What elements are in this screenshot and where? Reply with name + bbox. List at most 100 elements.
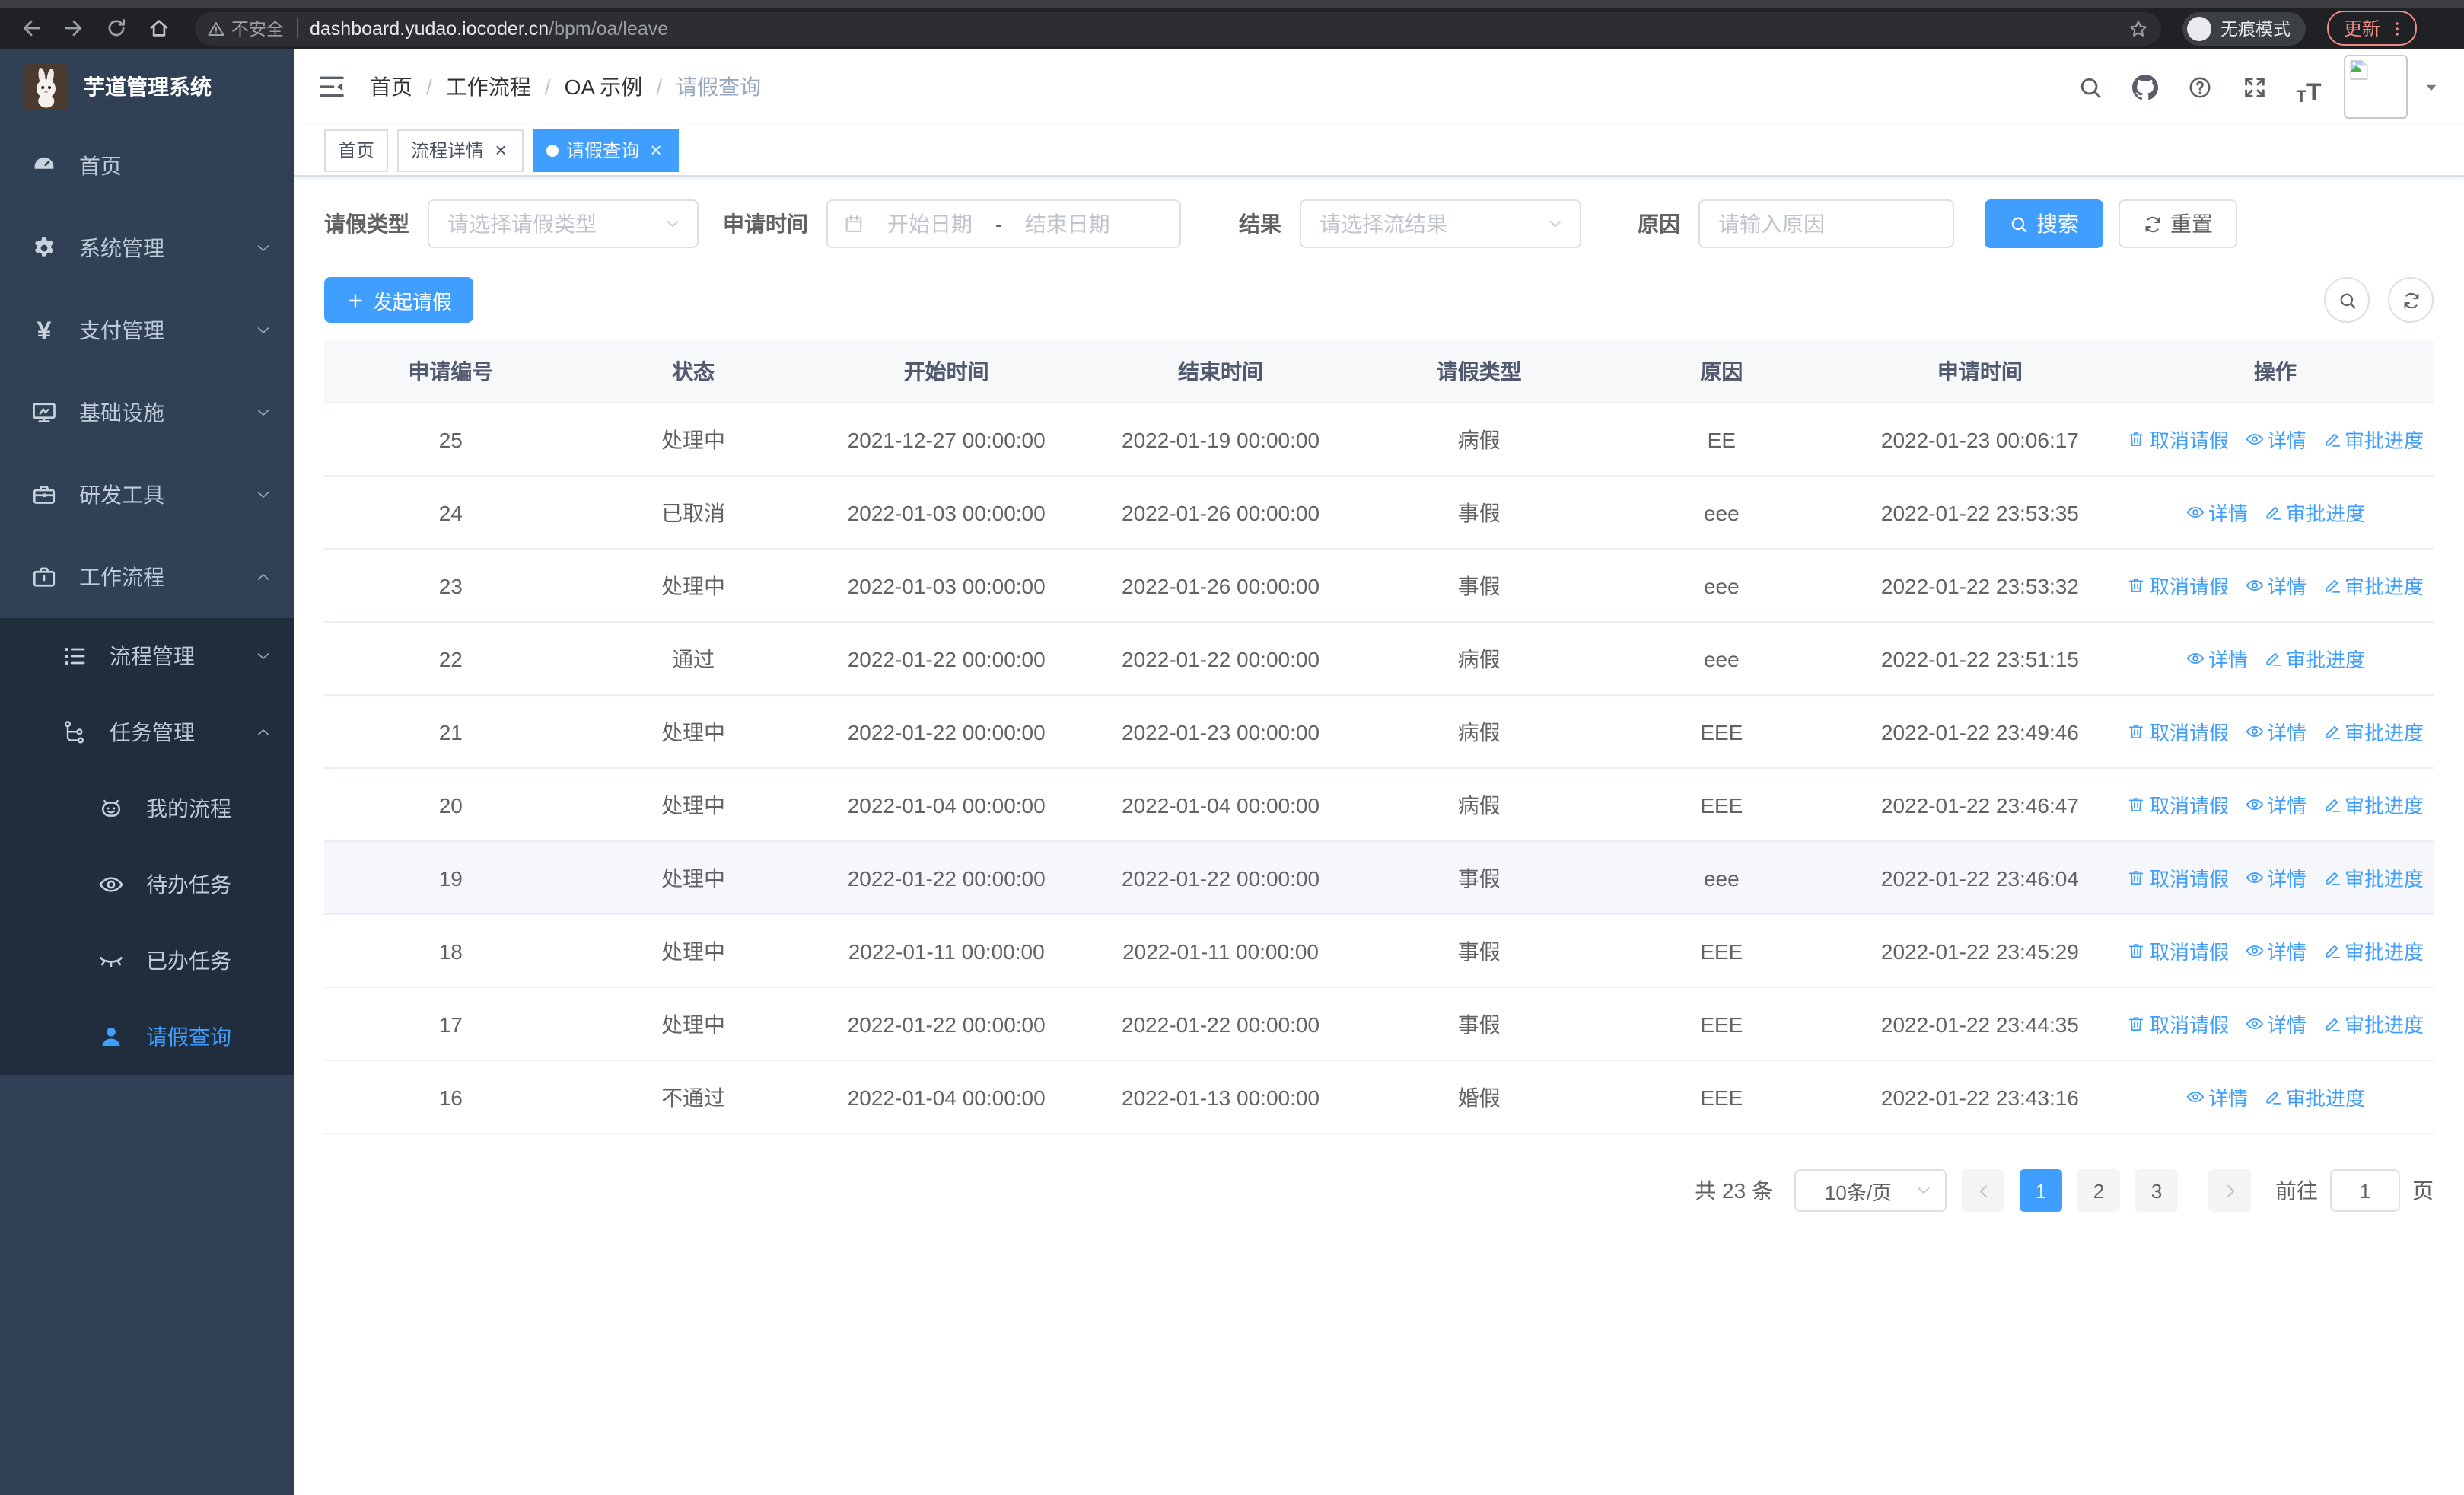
cancel-leave-link[interactable]: 取消请假 [2127,425,2229,454]
approval-progress-link[interactable]: 审批进度 [2322,717,2424,746]
view-tab[interactable]: 请假查询 × [533,129,679,171]
github-icon[interactable] [2125,67,2164,107]
apply-time-range-picker[interactable]: - [826,199,1181,248]
sidebar-item[interactable]: 流程管理 [0,618,294,694]
detail-link[interactable]: 详情 [2244,936,2306,965]
end-date-input[interactable] [1011,210,1124,237]
approval-progress-link[interactable]: 审批进度 [2263,498,2365,527]
start-date-input[interactable] [874,210,986,237]
reason-input-wrap[interactable] [1698,199,1954,248]
view-icon [2185,649,2205,668]
sidebar-item[interactable]: 任务管理 [0,694,294,770]
fullscreen-icon[interactable] [2234,67,2274,107]
bookmark-star-icon[interactable] [2128,18,2149,39]
refresh-table-button[interactable] [2388,277,2434,323]
cell-end-time: 2022-01-22 00:00:00 [1084,622,1358,695]
avatar[interactable] [2344,55,2408,119]
cancel-leave-link[interactable]: 取消请假 [2127,790,2229,819]
sidebar-item[interactable]: 请假查询 [0,999,294,1075]
view-tab[interactable]: 流程详情× [397,129,524,171]
column-header: 请假类型 [1358,341,1600,403]
plus-icon [345,290,365,310]
sidebar-item[interactable]: 工作流程 [0,536,294,618]
sidebar-item[interactable]: ¥支付管理 [0,289,294,371]
approval-progress-link[interactable]: 审批进度 [2322,863,2424,892]
show-search-button[interactable] [2324,277,2370,323]
detail-link[interactable]: 详情 [2185,1082,2248,1111]
result-select[interactable] [1300,199,1581,248]
search-button[interactable]: 搜索 [1985,199,2103,248]
breadcrumb-item[interactable]: 首页 [370,72,412,102]
goto-page-input[interactable] [2338,1178,2392,1203]
sidebar-item[interactable]: 基础设施 [0,371,294,454]
cancel-leave-link[interactable]: 取消请假 [2127,717,2229,746]
cancel-leave-link[interactable]: 取消请假 [2127,1009,2229,1038]
kebab-icon[interactable] [2388,19,2406,37]
next-page-button[interactable] [2208,1169,2251,1212]
page-number-button[interactable]: 2 [2077,1169,2120,1212]
screen: 不安全 dashboard.yudao.iocoder.cn/bpm/oa/le… [0,0,2464,1495]
approval-progress-link[interactable]: 审批进度 [2322,936,2424,965]
browser-update-button[interactable]: 更新 [2327,11,2417,46]
sidebar: 芋道管理系统 首页系统管理¥支付管理基础设施研发工具工作流程 流程管理任务管理我… [0,49,294,1495]
reason-input[interactable] [1715,210,1937,237]
cancel-leave-link[interactable]: 取消请假 [2127,863,2229,892]
page-size-select[interactable] [1794,1169,1947,1212]
cell-actions: 取消请假详情审批进度 [2117,768,2434,841]
tab-label: 请假查询 [566,137,639,163]
close-tab-icon[interactable]: × [492,140,510,160]
help-icon[interactable] [2179,67,2219,107]
leave-type-select[interactable] [428,199,699,248]
sidebar-item[interactable]: 研发工具 [0,454,294,536]
cancel-leave-link[interactable]: 取消请假 [2127,571,2229,600]
detail-link[interactable]: 详情 [2244,571,2306,600]
goto-page-input-wrap[interactable] [2330,1169,2400,1212]
page-number-button[interactable]: 3 [2135,1169,2178,1212]
detail-link[interactable]: 详情 [2185,498,2248,527]
prev-page-button[interactable] [1962,1169,2004,1212]
sidebar-item[interactable]: 系统管理 [0,207,294,289]
approval-progress-link[interactable]: 审批进度 [2322,571,2424,600]
sidebar-item[interactable]: 首页 [0,125,294,207]
result-select-input[interactable] [1316,210,1540,237]
reload-icon[interactable] [97,10,134,46]
detail-link[interactable]: 详情 [2185,644,2248,673]
search-icon[interactable] [2070,67,2109,107]
leave-type-select-input[interactable] [444,210,657,237]
back-icon[interactable] [12,10,49,46]
cell-apply-time: 2022-01-22 23:53:35 [1843,476,2117,549]
create-leave-button[interactable]: 发起请假 [324,277,473,323]
view-icon [2244,1014,2264,1034]
detail-link[interactable]: 详情 [2244,425,2306,454]
close-tab-icon[interactable]: × [647,140,665,160]
sidebar-item[interactable]: 已办任务 [0,923,294,999]
reset-button[interactable]: 重置 [2119,199,2237,248]
view-tab[interactable]: 首页 [324,129,388,171]
sidebar-item-label: 研发工具 [79,480,254,510]
detail-link[interactable]: 详情 [2244,717,2306,746]
approval-progress-link[interactable]: 审批进度 [2322,790,2424,819]
sidebar-item[interactable]: 待办任务 [0,846,294,923]
caret-down-icon[interactable] [2423,78,2440,95]
approval-progress-link[interactable]: 审批进度 [2263,644,2365,673]
security-chip[interactable]: 不安全 [207,16,284,40]
detail-link[interactable]: 详情 [2244,1009,2306,1038]
cancel-leave-link[interactable]: 取消请假 [2127,936,2229,965]
font-size-icon[interactable]: TT [2289,67,2329,107]
collapse-sidebar-icon[interactable] [315,70,349,104]
approval-progress-link[interactable]: 审批进度 [2322,1009,2424,1038]
app-logo[interactable]: 芋道管理系统 [0,49,294,125]
sidebar-item[interactable]: 我的流程 [0,770,294,846]
forward-icon[interactable] [55,10,91,46]
approval-progress-link[interactable]: 审批进度 [2322,425,2424,454]
breadcrumb-item[interactable]: OA 示例 [565,72,643,102]
detail-link[interactable]: 详情 [2244,863,2306,892]
page-number-button[interactable]: 1 [2020,1169,2062,1212]
page-size-value[interactable] [1808,1178,1908,1203]
approval-progress-link[interactable]: 审批进度 [2263,1082,2365,1111]
address-bar[interactable]: 不安全 dashboard.yudao.iocoder.cn/bpm/oa/le… [195,11,2161,45]
breadcrumb-item[interactable]: 工作流程 [446,72,531,102]
detail-link[interactable]: 详情 [2244,790,2306,819]
cell-actions: 取消请假详情审批进度 [2117,987,2434,1060]
home-icon[interactable] [140,10,177,46]
